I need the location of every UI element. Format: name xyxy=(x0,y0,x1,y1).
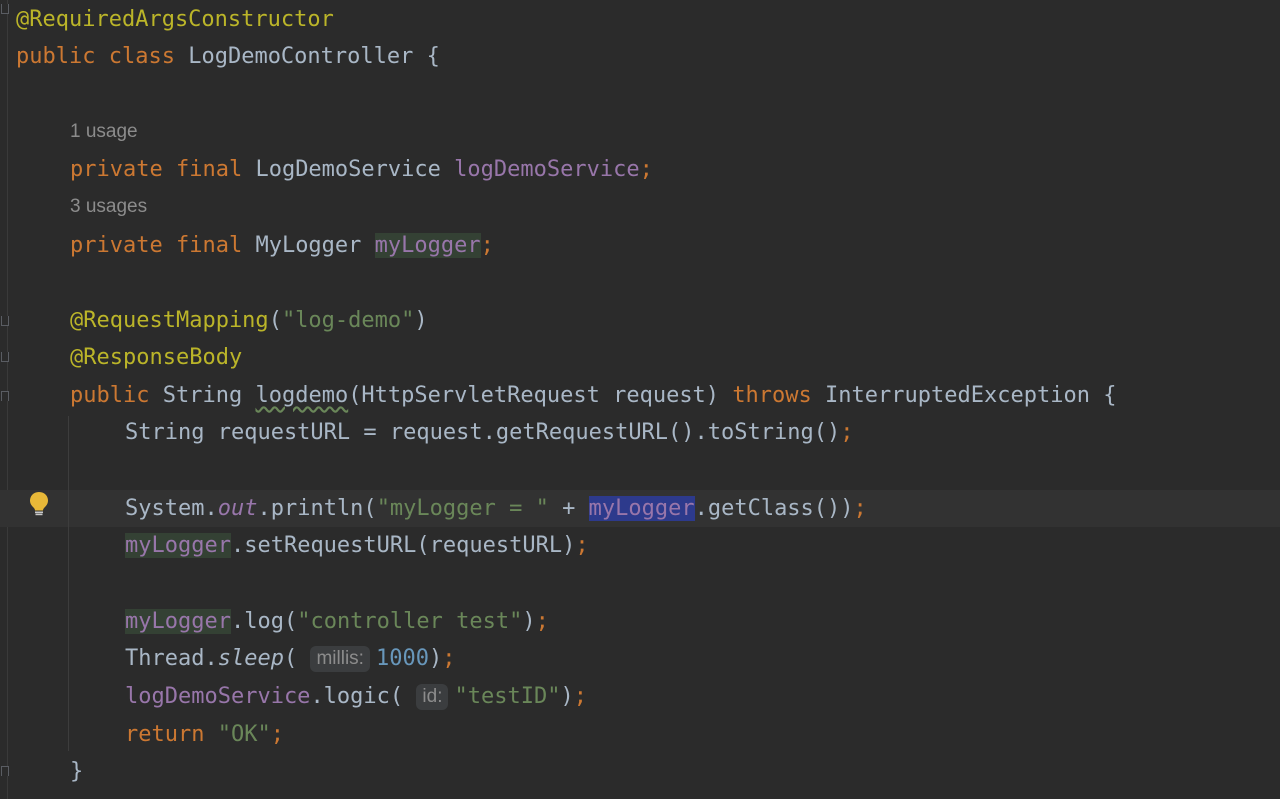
keyword: class xyxy=(108,44,175,69)
method-call: .logic( xyxy=(310,684,404,709)
annotation: @ResponseBody xyxy=(70,345,243,370)
field-ref: myLogger xyxy=(125,533,231,558)
code-line-response-body[interactable]: @ResponseBody xyxy=(70,339,242,376)
string-literal: "log-demo" xyxy=(281,308,415,333)
field-ref: logDemoService xyxy=(125,684,311,709)
usage-hint[interactable]: 3 usages xyxy=(70,196,147,218)
usage-hint[interactable]: 1 usage xyxy=(70,121,138,143)
static-method: sleep xyxy=(217,646,284,671)
code-line-request-mapping[interactable]: @RequestMapping("log-demo") xyxy=(70,302,428,339)
fold-marker-icon[interactable] xyxy=(1,4,9,14)
fold-marker-icon[interactable] xyxy=(1,766,9,776)
string-literal: "myLogger = " xyxy=(376,496,549,521)
method-call: .getClass()) xyxy=(694,496,854,521)
field-name: myLogger xyxy=(374,233,481,258)
semicolon: ; xyxy=(575,533,589,558)
method-call: .log( xyxy=(230,609,298,634)
class-name: LogDemoController xyxy=(188,44,414,69)
parameter-hint[interactable]: millis: xyxy=(310,646,370,672)
keyword: throws xyxy=(732,383,812,408)
keyword: final xyxy=(175,233,243,258)
semicolon: ; xyxy=(270,722,284,747)
type-name: MyLogger xyxy=(255,233,362,258)
class-ref: Thread. xyxy=(125,646,218,671)
semicolon: ; xyxy=(573,684,587,709)
keyword: public xyxy=(70,383,150,408)
exception-type: InterruptedException xyxy=(825,383,1090,408)
keyword: return xyxy=(125,722,205,747)
semicolon: ; xyxy=(442,646,456,671)
static-field: out xyxy=(217,496,258,521)
paren: ( xyxy=(283,646,298,671)
annotation: @RequiredArgsConstructor xyxy=(16,7,334,32)
brace: } xyxy=(70,759,84,784)
brace: { xyxy=(1103,383,1117,408)
paren: ) xyxy=(522,609,536,634)
fold-marker-icon[interactable] xyxy=(1,352,9,362)
string-literal: "OK" xyxy=(217,722,271,747)
method-call: .println( xyxy=(257,496,377,521)
semicolon: ; xyxy=(840,420,854,445)
method-call: .setRequestURL(requestURL) xyxy=(230,533,576,558)
code-line-method-declaration[interactable]: public String logdemo(HttpServletRequest… xyxy=(70,377,1116,414)
code-line-println[interactable]: System.out.println("myLogger = " + myLog… xyxy=(125,490,867,527)
field-ref-selected: myLogger xyxy=(588,496,695,521)
code-line-request-url[interactable]: String requestURL = request.getRequestUR… xyxy=(125,414,854,451)
keyword: private xyxy=(70,157,163,182)
code-line-class-declaration[interactable]: public class LogDemoController { xyxy=(16,38,440,75)
code-line-field-service[interactable]: private final LogDemoService logDemoServ… xyxy=(70,151,653,188)
code-line-log[interactable]: myLogger.log("controller test"); xyxy=(125,603,549,640)
statement: String requestURL = request.getRequestUR… xyxy=(125,420,841,445)
fold-marker-icon[interactable] xyxy=(1,391,9,401)
annotation: @RequestMapping xyxy=(70,308,269,333)
code-line-logic[interactable]: logDemoService.logic( id: "testID"); xyxy=(125,678,587,715)
method-name: logdemo xyxy=(255,383,349,408)
code-editor[interactable]: @RequiredArgsConstructor public class Lo… xyxy=(0,0,1280,799)
type-name: String xyxy=(162,383,243,408)
code-line-class-annotation[interactable]: @RequiredArgsConstructor xyxy=(16,1,334,38)
method-params: (HttpServletRequest request) xyxy=(348,383,720,408)
parameter-hint[interactable]: id: xyxy=(416,684,449,710)
paren: ) xyxy=(560,684,574,709)
brace: { xyxy=(426,44,440,69)
field-name: logDemoService xyxy=(454,157,640,182)
class-ref: System. xyxy=(125,496,218,521)
lightbulb-icon[interactable] xyxy=(28,491,50,517)
code-line-field-logger[interactable]: private final MyLogger myLogger; xyxy=(70,227,494,264)
keyword: public xyxy=(16,44,96,69)
semicolon: ; xyxy=(480,233,494,258)
indent-guide xyxy=(68,416,69,751)
keyword: final xyxy=(175,157,243,182)
semicolon: ; xyxy=(639,157,653,182)
string-literal: "controller test" xyxy=(297,609,523,634)
keyword: private xyxy=(70,233,163,258)
type-name: LogDemoService xyxy=(255,157,441,182)
string-literal: "testID" xyxy=(454,684,561,709)
code-line-set-request-url[interactable]: myLogger.setRequestURL(requestURL); xyxy=(125,527,589,564)
number-literal: 1000 xyxy=(375,646,429,671)
operator: + xyxy=(548,496,589,521)
paren: ) xyxy=(428,646,443,671)
semicolon: ; xyxy=(535,609,549,634)
code-line-thread-sleep[interactable]: Thread.sleep( millis: 1000); xyxy=(125,640,455,677)
field-ref: myLogger xyxy=(125,609,231,634)
semicolon: ; xyxy=(853,496,867,521)
code-line-return[interactable]: return "OK"; xyxy=(125,716,284,753)
code-line-method-close[interactable]: } xyxy=(70,753,83,790)
fold-marker-icon[interactable] xyxy=(1,316,9,326)
